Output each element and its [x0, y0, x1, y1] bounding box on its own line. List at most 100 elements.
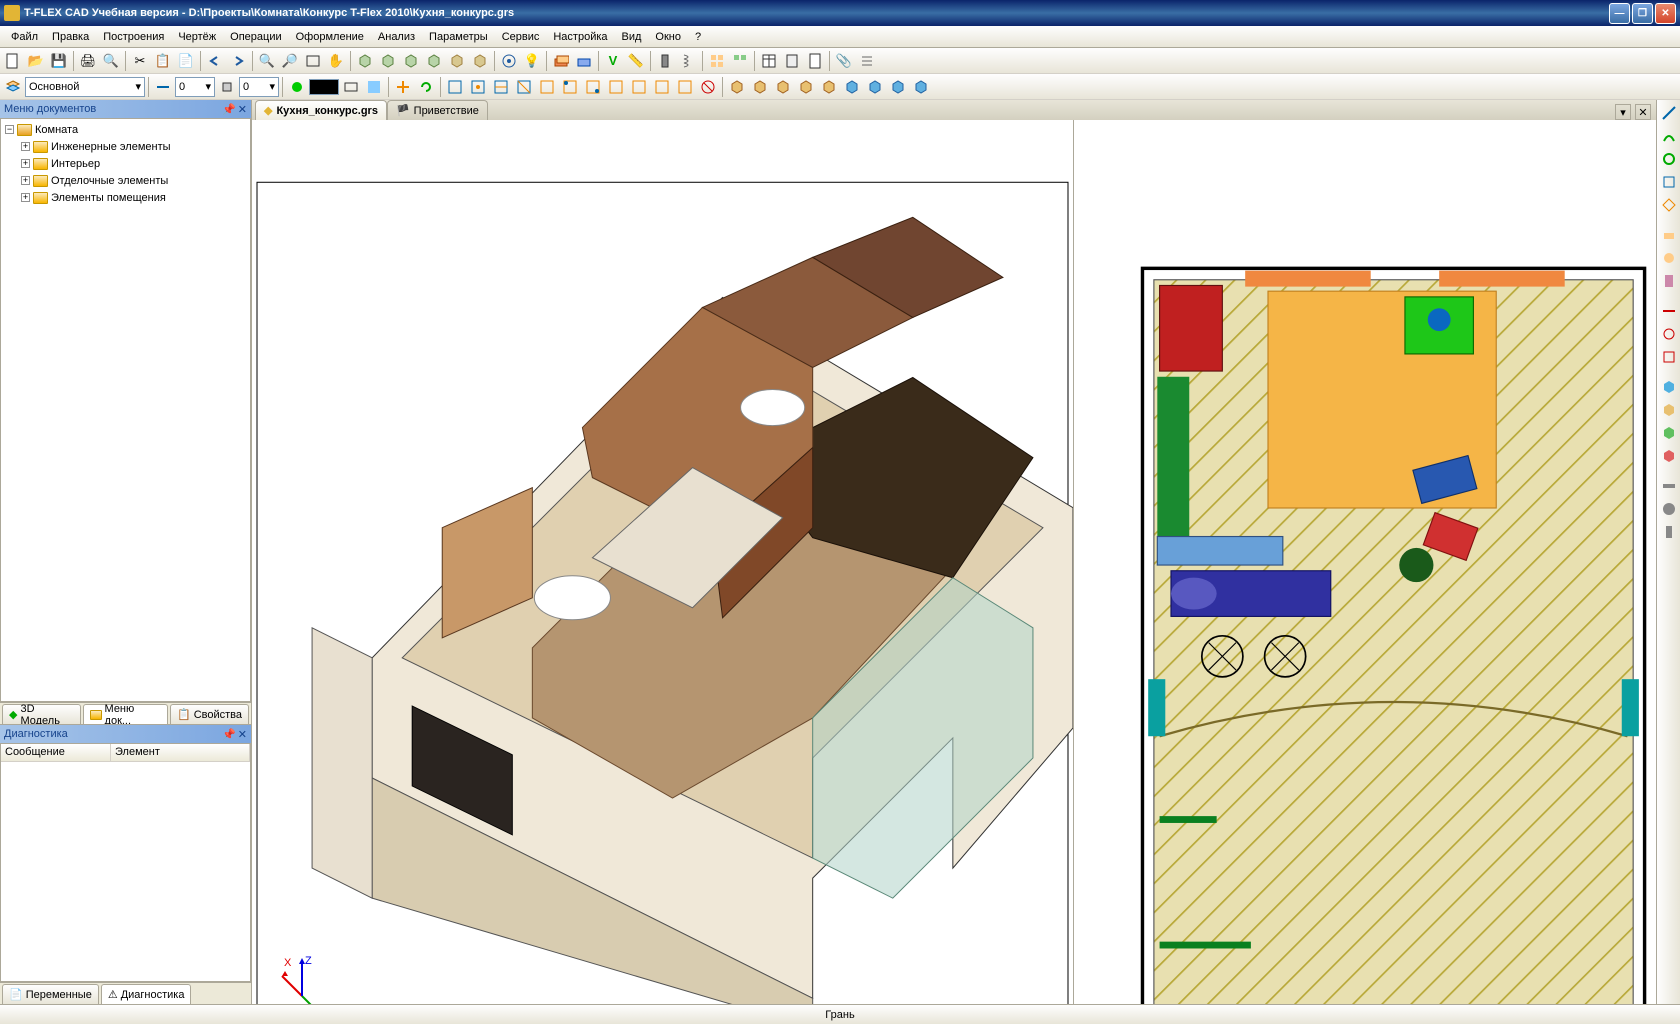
hatch-icon[interactable]	[363, 76, 385, 98]
tab-variables[interactable]: 📄Переменные	[2, 984, 99, 1004]
calc-icon[interactable]	[781, 50, 803, 72]
rt-3-icon[interactable]	[1658, 148, 1680, 170]
snap-7-icon[interactable]	[582, 76, 604, 98]
pin-icon[interactable]: 📌	[222, 103, 236, 116]
rt-11-icon[interactable]	[1658, 346, 1680, 368]
box-6-icon[interactable]	[841, 76, 863, 98]
rt-10-icon[interactable]	[1658, 323, 1680, 345]
light-icon[interactable]: 💡	[521, 50, 543, 72]
linetype-icon[interactable]	[340, 76, 362, 98]
menu-view[interactable]: Вид	[615, 29, 649, 45]
snap-10-icon[interactable]	[651, 76, 673, 98]
document-tree[interactable]: −Комната +Инженерные элементы +Интерьер …	[0, 118, 251, 702]
tree-item[interactable]: +Инженерные элементы	[3, 138, 248, 155]
box-3-icon[interactable]	[772, 76, 794, 98]
open-icon[interactable]: 📂	[25, 50, 47, 72]
rotate-icon[interactable]	[415, 76, 437, 98]
var-icon[interactable]: V	[602, 50, 624, 72]
rt-17-icon[interactable]	[1658, 498, 1680, 520]
snap-5-icon[interactable]	[536, 76, 558, 98]
doc-tab-active[interactable]: ◆Кухня_конкурс.grs	[255, 100, 387, 120]
tab-doc-menu[interactable]: Меню док...	[83, 704, 168, 724]
menu-window[interactable]: Окно	[648, 29, 688, 45]
new-icon[interactable]	[2, 50, 24, 72]
box-5-icon[interactable]	[818, 76, 840, 98]
3d-viewport[interactable]: X Y Z ◀▶	[252, 120, 1074, 1004]
paste-icon[interactable]: 📄	[175, 50, 197, 72]
undo-icon[interactable]	[204, 50, 226, 72]
view-6-icon[interactable]	[469, 50, 491, 72]
spring-icon[interactable]	[677, 50, 699, 72]
tree-root[interactable]: −Комната	[3, 121, 248, 138]
rt-4-icon[interactable]	[1658, 171, 1680, 193]
rt-1-icon[interactable]	[1658, 102, 1680, 124]
rt-5-icon[interactable]	[1658, 194, 1680, 216]
pan-icon[interactable]: ✋	[325, 50, 347, 72]
view-5-icon[interactable]	[446, 50, 468, 72]
tree-item[interactable]: +Элементы помещения	[3, 189, 248, 206]
rt-6-icon[interactable]	[1658, 224, 1680, 246]
table-icon[interactable]	[758, 50, 780, 72]
minimize-button[interactable]: —	[1609, 3, 1630, 24]
rt-16-icon[interactable]	[1658, 475, 1680, 497]
tab-3d-model[interactable]: ◆3D Модель	[2, 704, 81, 724]
menu-design[interactable]: Оформление	[289, 29, 371, 45]
menu-analysis[interactable]: Анализ	[371, 29, 422, 45]
panel-close-icon[interactable]: ✕	[238, 103, 247, 116]
2d-viewport[interactable]: ◀ 📄Страница 1 📄Сверху_2 ▶	[1074, 120, 1656, 1004]
menu-file[interactable]: Файл	[4, 29, 45, 45]
view-4-icon[interactable]	[423, 50, 445, 72]
snap-off-icon[interactable]	[697, 76, 719, 98]
priority-icon[interactable]	[216, 76, 238, 98]
rt-12-icon[interactable]	[1658, 376, 1680, 398]
tree-item[interactable]: +Отделочные элементы	[3, 172, 248, 189]
snap-1-icon[interactable]	[444, 76, 466, 98]
spinner-1[interactable]: 0▾	[175, 77, 215, 97]
box-8-icon[interactable]	[887, 76, 909, 98]
layer2-icon[interactable]	[573, 50, 595, 72]
panel-close-icon[interactable]: ✕	[238, 728, 247, 741]
tab-diagnostics[interactable]: ⚠Диагностика	[101, 984, 192, 1004]
doc-icon[interactable]	[804, 50, 826, 72]
snap-2-icon[interactable]	[467, 76, 489, 98]
pin-icon[interactable]: 📌	[222, 728, 236, 741]
menu-help[interactable]: ?	[688, 29, 708, 45]
zoom-in-icon[interactable]: 🔍	[256, 50, 278, 72]
menu-drawing[interactable]: Чертёж	[171, 29, 223, 45]
box-7-icon[interactable]	[864, 76, 886, 98]
snap-8-icon[interactable]	[605, 76, 627, 98]
doc-tab-welcome[interactable]: 🏴Приветствие	[387, 100, 488, 120]
grid1-icon[interactable]	[706, 50, 728, 72]
attach-icon[interactable]: 📎	[833, 50, 855, 72]
snap-9-icon[interactable]	[628, 76, 650, 98]
diag-col-message[interactable]: Сообщение	[1, 744, 111, 761]
color-icon[interactable]	[286, 76, 308, 98]
menu-edit[interactable]: Правка	[45, 29, 96, 45]
layer-icon[interactable]	[550, 50, 572, 72]
close-button[interactable]: ✕	[1655, 3, 1676, 24]
measure-icon[interactable]: 📏	[625, 50, 647, 72]
menu-settings[interactable]: Настройка	[546, 29, 614, 45]
rt-13-icon[interactable]	[1658, 399, 1680, 421]
orbit-icon[interactable]	[498, 50, 520, 72]
snap-6-icon[interactable]	[559, 76, 581, 98]
snap-4-icon[interactable]	[513, 76, 535, 98]
menu-service[interactable]: Сервис	[495, 29, 547, 45]
zoom-fit-icon[interactable]	[302, 50, 324, 72]
move-icon[interactable]	[392, 76, 414, 98]
color-swatch[interactable]	[309, 79, 339, 95]
rt-8-icon[interactable]	[1658, 270, 1680, 292]
level-icon[interactable]	[152, 76, 174, 98]
cut-icon[interactable]: ✂	[129, 50, 151, 72]
box-2-icon[interactable]	[749, 76, 771, 98]
print-icon[interactable]: 🖨	[77, 50, 99, 72]
rt-18-icon[interactable]	[1658, 521, 1680, 543]
menu-constructions[interactable]: Построения	[96, 29, 171, 45]
tab-list-icon[interactable]: ▾	[1615, 104, 1631, 120]
layers-icon[interactable]	[2, 76, 24, 98]
diag-col-element[interactable]: Элемент	[111, 744, 250, 761]
preview-icon[interactable]: 🔍	[100, 50, 122, 72]
box-4-icon[interactable]	[795, 76, 817, 98]
snap-11-icon[interactable]	[674, 76, 696, 98]
rt-9-icon[interactable]	[1658, 300, 1680, 322]
